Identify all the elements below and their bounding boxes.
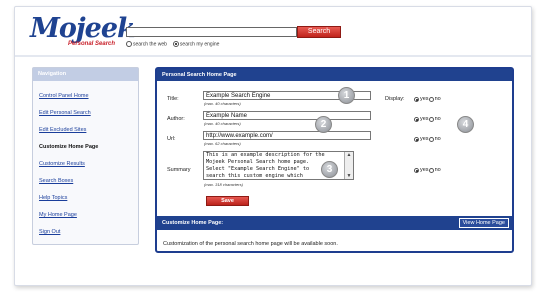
title-display-toggle: yes no (414, 96, 441, 102)
panel-title: Personal Search Home Page (157, 69, 512, 81)
summary-display-yes-radio[interactable] (414, 167, 419, 173)
search-input[interactable] (126, 27, 297, 37)
title-hint: (max. 40 characters) (204, 101, 241, 106)
url-hint: (max. 62 characters) (204, 141, 241, 146)
url-display-no-label: no (434, 136, 441, 142)
title-label: Title: (167, 96, 179, 102)
author-display-yes-label: yes (420, 116, 429, 122)
save-button[interactable]: Save (206, 196, 249, 206)
display-label: Display: (385, 96, 405, 102)
callout-badge-4: 4 (457, 116, 474, 133)
scope-engine-radio[interactable] (172, 41, 179, 47)
url-field[interactable]: http://www.example.com/ (203, 131, 371, 140)
view-home-page-button[interactable]: View Home Page (458, 218, 509, 228)
url-display-yes-label: yes (420, 136, 429, 142)
sidebar-item-edit-excluded-sites[interactable]: Edit Excluded Sites (39, 122, 138, 139)
author-label: Author: (167, 116, 185, 122)
summary-display-yes-label: yes (420, 167, 429, 173)
title-display-no-radio[interactable] (428, 96, 434, 102)
sidebar-item-edit-personal-search[interactable]: Edit Personal Search (39, 105, 138, 122)
scope-engine-label: search my engine (179, 41, 220, 48)
customize-message: Customization of the personal search hom… (163, 241, 338, 247)
url-label: Url: (167, 136, 176, 142)
author-display-no-label: no (434, 116, 441, 122)
summary-display-no-radio[interactable] (428, 167, 434, 173)
url-display-toggle: yes no (414, 136, 441, 142)
sidebar-item-search-boxes[interactable]: Search Boxes (39, 173, 138, 190)
author-display-yes-radio[interactable] (414, 116, 419, 122)
author-hint: (max. 40 characters) (204, 121, 241, 126)
summary-hint: (max. 318 characters) (204, 182, 243, 187)
scope-web-option[interactable]: search the web (126, 41, 167, 47)
callout-badge-2: 2 (315, 116, 332, 133)
title-display-yes-label: yes (420, 96, 429, 102)
scroll-down-icon[interactable]: ▼ (345, 173, 353, 179)
callout-badge-1: 1 (338, 87, 355, 104)
logo-subtitle: Personal Search (68, 41, 116, 47)
search-button[interactable]: Search (297, 26, 341, 38)
url-display-no-radio[interactable] (428, 136, 434, 142)
summary-display-toggle: yes no (414, 167, 441, 173)
sidebar: Navigation Control Panel Home Edit Perso… (32, 67, 139, 245)
summary-label: Summary (167, 167, 191, 173)
summary-display-no-label: no (434, 167, 441, 173)
sidebar-item-control-panel-home[interactable]: Control Panel Home (39, 88, 138, 105)
scope-engine-option[interactable]: search my engine (172, 41, 220, 48)
customize-header: Customize Home Page: View Home Page (157, 216, 512, 230)
sidebar-item-sign-out[interactable]: Sign Out (39, 224, 138, 241)
logo-text: Mojeek (30, 13, 136, 44)
author-display-toggle: yes no (414, 116, 441, 122)
scope-web-label: search the web (133, 41, 167, 48)
sidebar-item-customize-home-page[interactable]: Customize Home Page (39, 139, 138, 156)
customize-title: Customize Home Page: (162, 220, 224, 226)
callout-badge-3: 3 (321, 161, 338, 178)
author-display-no-radio[interactable] (428, 116, 434, 122)
title-display-no-label: no (434, 96, 441, 102)
scope-web-radio[interactable] (126, 41, 132, 47)
author-field[interactable]: Example Name (203, 111, 371, 120)
home-page-panel: Personal Search Home Page Title: Example… (155, 67, 514, 253)
mojeek-logo[interactable]: Mojeek Personal Search (30, 13, 136, 47)
sidebar-item-help-topics[interactable]: Help Topics (39, 190, 138, 207)
summary-scrollbar[interactable]: ▲ ▼ (344, 152, 353, 179)
header-divider (15, 55, 531, 57)
sidebar-item-my-home-page[interactable]: My Home Page (39, 207, 138, 224)
url-display-yes-radio[interactable] (414, 136, 419, 142)
sidebar-item-customize-results[interactable]: Customize Results (39, 156, 138, 173)
title-display-yes-radio[interactable] (414, 96, 419, 102)
search-scope: search the web search my engine (126, 41, 219, 47)
sidebar-title: Navigation (33, 68, 138, 81)
